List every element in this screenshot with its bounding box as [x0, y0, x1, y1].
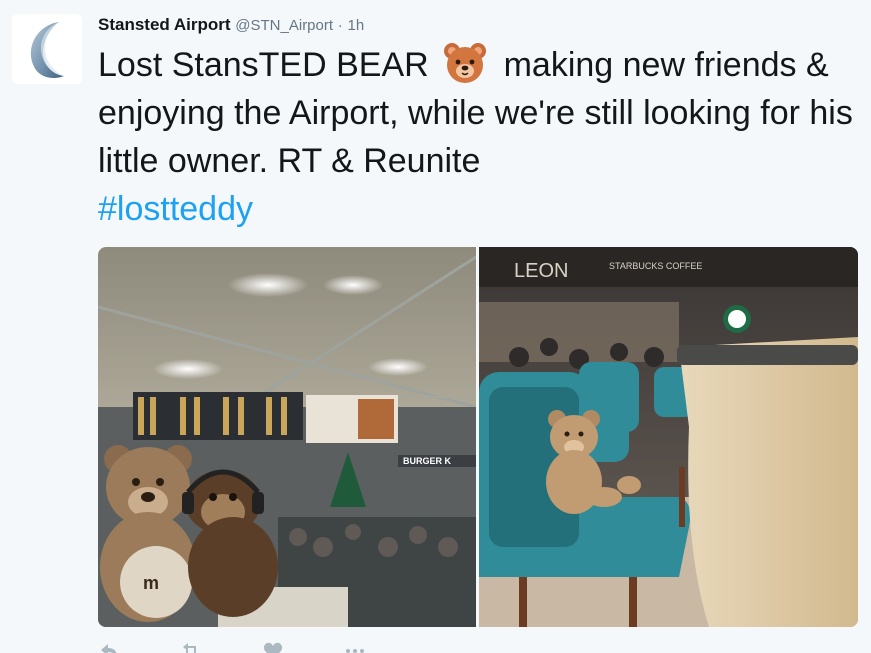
- tweet-card: Stansted Airport @STN_Airport · 1h Lost …: [0, 0, 871, 653]
- like-icon[interactable]: [262, 640, 284, 653]
- stansted-logo-icon: [12, 14, 82, 84]
- separator: ·: [337, 17, 343, 34]
- tweet-actions: [98, 640, 366, 653]
- burger-sign-text: BURGER K: [403, 456, 452, 466]
- tweet-text-part1: Lost StansTED BEAR: [98, 46, 429, 84]
- tweet-text: Lost StansTED BEAR making new friends & …: [98, 40, 858, 233]
- more-icon[interactable]: [344, 640, 366, 653]
- hashtag-link[interactable]: #lostteddy: [98, 190, 253, 228]
- photo-terminal[interactable]: BURGER K m: [98, 247, 476, 627]
- bear-face-icon: [442, 40, 488, 86]
- media-grid: BURGER K m LEON STARBUCKS COFFEE: [98, 247, 858, 627]
- avatar[interactable]: [12, 14, 82, 84]
- svg-text:m: m: [143, 573, 159, 593]
- starbucks-sign-text: STARBUCKS COFFEE: [609, 261, 702, 271]
- timestamp[interactable]: 1h: [348, 17, 365, 34]
- display-name[interactable]: Stansted Airport: [98, 15, 231, 34]
- reply-icon[interactable]: [98, 640, 120, 653]
- user-handle[interactable]: @STN_Airport: [235, 17, 333, 34]
- tweet-header: Stansted Airport @STN_Airport · 1h: [98, 14, 364, 37]
- photo-bar-stool[interactable]: LEON STARBUCKS COFFEE: [479, 247, 858, 627]
- leon-sign-text: LEON: [514, 260, 568, 282]
- retweet-icon[interactable]: [180, 640, 202, 653]
